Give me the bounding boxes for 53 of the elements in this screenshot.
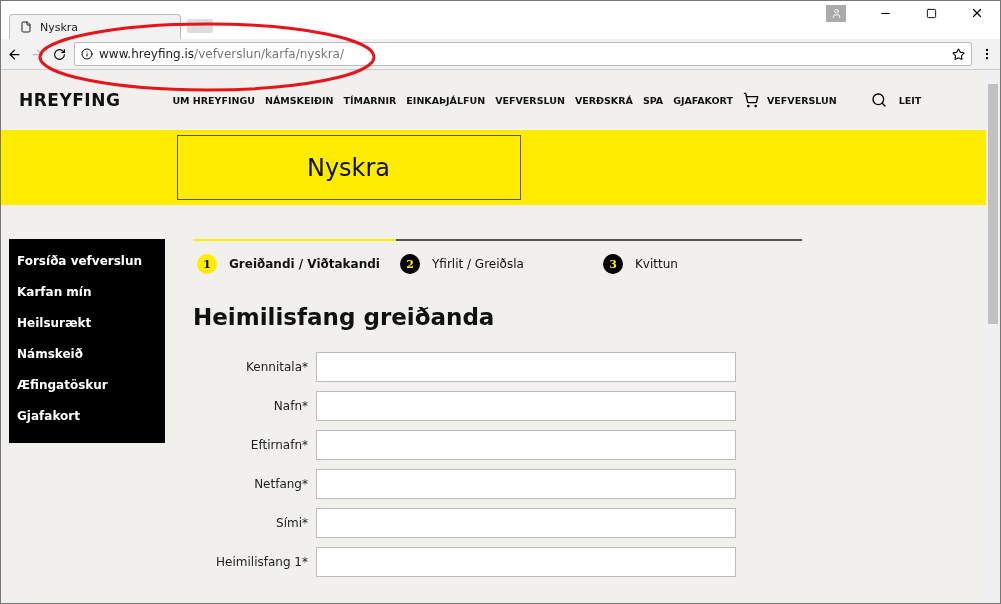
nav-link[interactable]: VERÐSKRÁ bbox=[574, 94, 633, 106]
bookmark-star-icon[interactable] bbox=[952, 47, 965, 61]
page-icon bbox=[20, 21, 32, 33]
banner-title: Nyskra bbox=[176, 135, 521, 200]
site-logo[interactable]: HREYFING bbox=[19, 90, 121, 110]
field-label: Heimilisfang 1* bbox=[215, 555, 309, 569]
step-number: 2 bbox=[400, 254, 420, 274]
nav-link[interactable]: TÍMARNIR bbox=[343, 94, 397, 106]
reload-icon[interactable] bbox=[53, 47, 66, 61]
cart-icon[interactable] bbox=[743, 92, 759, 108]
input-field[interactable] bbox=[316, 391, 736, 421]
browser-tab[interactable]: Nyskra bbox=[9, 14, 181, 39]
input-field[interactable] bbox=[316, 547, 736, 577]
sidebar-item[interactable]: Gjafakort bbox=[9, 400, 165, 431]
scrollbar-thumb[interactable] bbox=[988, 84, 998, 324]
nav-link[interactable]: UM HREYFINGU bbox=[172, 94, 255, 106]
field-label: Nafn* bbox=[272, 399, 309, 413]
field-label: Eftirnafn* bbox=[249, 438, 309, 452]
sidebar-item[interactable]: Karfan mín bbox=[9, 276, 165, 307]
form-heading: Heimilisfang greiðanda bbox=[193, 304, 496, 330]
nav-link[interactable]: VEFVERSLUN bbox=[495, 94, 565, 106]
input-field[interactable] bbox=[316, 508, 736, 538]
nav-link[interactable]: GJAFAKORT bbox=[673, 94, 733, 106]
nav-link[interactable]: EINKAÞJÁLFUN bbox=[406, 94, 486, 106]
person-icon bbox=[830, 7, 842, 19]
tab-title: Nyskra bbox=[40, 20, 79, 34]
step-label: Yfirlit / Greiðsla bbox=[432, 257, 524, 271]
sidebar-item[interactable]: Æfingatöskur bbox=[9, 369, 165, 400]
field-label: Netfang* bbox=[253, 477, 309, 491]
step-number: 3 bbox=[603, 254, 623, 274]
nav-link[interactable]: VEFVERSLUN bbox=[767, 94, 837, 106]
field-label: Kennitala* bbox=[245, 360, 309, 374]
input-field[interactable] bbox=[316, 430, 736, 460]
sidebar-item[interactable]: Námskeið bbox=[9, 338, 165, 369]
step-number: 1 bbox=[197, 254, 217, 274]
close-icon[interactable] bbox=[970, 6, 984, 20]
nav-link[interactable]: NÁMSKEIÐIN bbox=[265, 94, 334, 106]
input-field[interactable] bbox=[316, 469, 736, 499]
sidebar-item[interactable]: Forsíða vefverslun bbox=[9, 245, 165, 276]
url-text: www.hreyfing.is/vefverslun/karfa/nyskra/ bbox=[99, 47, 344, 61]
field-label: Sími* bbox=[275, 516, 309, 530]
maximize-icon[interactable] bbox=[925, 7, 937, 19]
forward-arrow-icon[interactable] bbox=[30, 46, 45, 62]
sidebar-item[interactable]: Heilsurækt bbox=[9, 307, 165, 338]
profile-button[interactable] bbox=[826, 4, 846, 22]
nav-link[interactable]: SPA bbox=[642, 94, 664, 106]
address-bar[interactable]: www.hreyfing.is/vefverslun/karfa/nyskra/ bbox=[74, 42, 972, 66]
step-label: Greiðandi / Viðtakandi bbox=[229, 257, 380, 271]
search-icon[interactable] bbox=[870, 92, 887, 108]
search-link[interactable]: LEIT bbox=[898, 94, 922, 106]
info-icon bbox=[81, 48, 93, 60]
step-label: Kvittun bbox=[635, 257, 678, 271]
input-field[interactable] bbox=[316, 352, 736, 382]
